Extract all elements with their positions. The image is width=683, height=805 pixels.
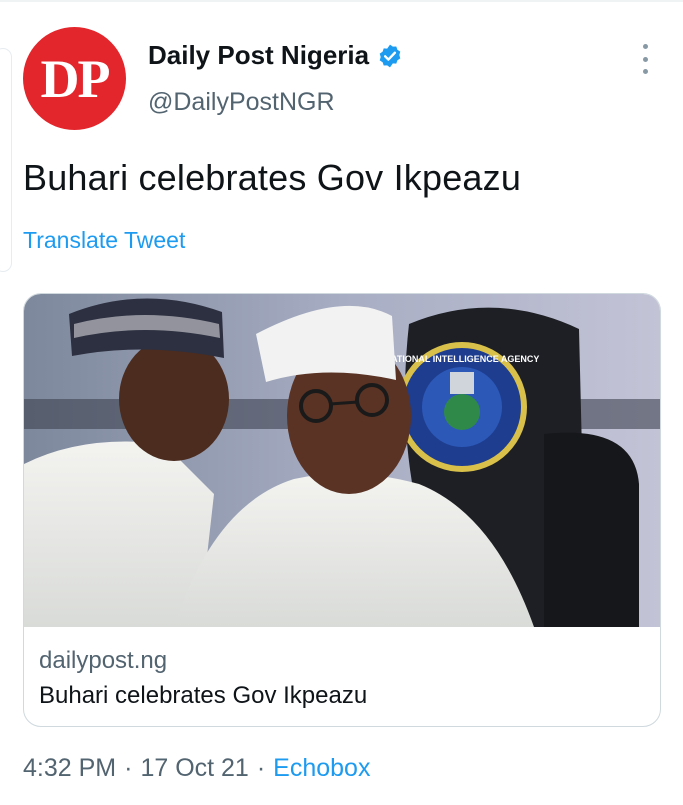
meta-separator: · — [124, 754, 133, 782]
display-name-label: Daily Post Nigeria — [148, 40, 370, 70]
display-name[interactable]: Daily Post Nigeria — [148, 40, 403, 71]
user-handle[interactable]: @DailyPostNGR — [148, 88, 335, 117]
tweet-date[interactable]: 17 Oct 21 — [140, 754, 248, 783]
tweet-text: Buhari celebrates Gov Ikpeazu — [23, 157, 522, 198]
card-title: Buhari celebrates Gov Ikpeazu — [39, 682, 368, 709]
chair-emblem-text: NATIONAL INTELLIGENCE AGENCY — [385, 354, 540, 364]
tweet-meta: 4:32 PM · 17 Oct 21 · Echobox — [23, 754, 370, 783]
tweet-time[interactable]: 4:32 PM — [23, 754, 116, 783]
avatar[interactable]: DP — [23, 27, 126, 130]
link-preview-card[interactable]: NATIONAL INTELLIGENCE AGENCY dailypost.n… — [23, 293, 661, 727]
more-options-icon[interactable] — [634, 42, 656, 76]
avatar-logo-text: DP — [40, 48, 111, 109]
card-domain: dailypost.ng — [39, 647, 168, 674]
translate-tweet-link[interactable]: Translate Tweet — [23, 227, 185, 254]
tweet-source-link[interactable]: Echobox — [273, 754, 370, 783]
top-divider — [0, 0, 683, 2]
verified-badge-icon — [379, 44, 401, 67]
side-panel-edge — [0, 48, 12, 272]
card-photo: NATIONAL INTELLIGENCE AGENCY — [24, 294, 660, 627]
meta-separator: · — [256, 754, 266, 782]
